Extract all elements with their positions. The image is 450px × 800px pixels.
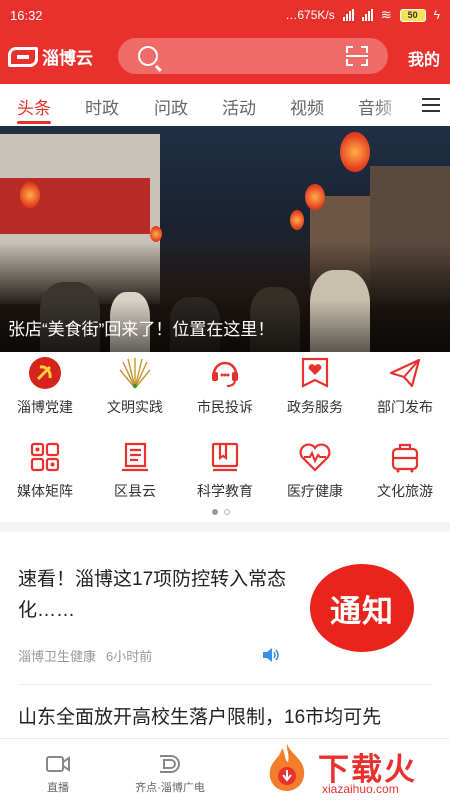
paper-plane-icon — [388, 356, 422, 390]
search-icon[interactable] — [138, 46, 158, 66]
charging-icon: ϟ — [433, 8, 440, 22]
banner-caption-overlay: 张店“美食街”回来了！位置在这里！ — [0, 300, 450, 352]
grid-label: 市民投诉 — [197, 399, 253, 415]
status-icons: …675K/s ≋ 50 ϟ — [285, 7, 440, 23]
flame-logo-icon — [262, 742, 312, 792]
service-grid: 淄博党建 文明实践 市民投诉 政务服务 部门发布 媒体矩阵 区县云 科学教育 医… — [0, 352, 450, 512]
grid-item-science-education[interactable]: 科学教育 — [180, 440, 270, 501]
grid-label: 文化旅游 — [377, 483, 433, 499]
lantern-icon — [20, 182, 40, 208]
watermark: 下载火 xiazaihuo.com — [262, 740, 450, 800]
tab-video[interactable]: 视频 — [290, 94, 324, 119]
grid-label: 医疗健康 — [287, 483, 343, 499]
wifi-icon: ≋ — [380, 7, 392, 22]
lantern-icon — [305, 184, 325, 210]
speaker-icon[interactable] — [262, 648, 280, 662]
tab-headlines[interactable]: 头条 — [17, 94, 51, 119]
status-bar: 16:32 …675K/s ≋ 50 ϟ — [0, 0, 450, 30]
grid-item-government-services[interactable]: 政务服务 — [270, 356, 360, 417]
app-logo[interactable]: 淄博云 — [8, 44, 93, 69]
logo-text: 淄博云 — [42, 49, 93, 68]
grid-label: 淄博党建 — [17, 399, 73, 415]
scan-icon[interactable] — [346, 46, 368, 66]
header-bar: 淄博云 我的 — [0, 38, 450, 76]
tab-politics[interactable]: 时政 — [85, 94, 119, 119]
nav-label: 直播 — [47, 782, 69, 794]
battery-icon: 50 — [399, 8, 426, 22]
grid-item-district-cloud[interactable]: 区县云 — [90, 440, 180, 501]
lantern-icon — [290, 210, 304, 230]
news-meta: 淄博卫生健康 6小时前 — [18, 646, 152, 665]
grid-label: 部门发布 — [377, 399, 433, 415]
active-tab-indicator — [17, 121, 51, 124]
broadcast-logo-icon — [157, 753, 183, 775]
status-time: 16:32 — [10, 7, 43, 23]
grid-item-civilization[interactable]: 文明实践 — [90, 356, 180, 417]
page-dot-active — [212, 509, 218, 515]
book-stack-icon — [118, 440, 152, 474]
watermark-url: xiazaihuo.com — [322, 782, 399, 796]
peacock-fan-icon — [118, 356, 152, 390]
headset-chat-icon — [208, 356, 242, 390]
heart-badge-icon — [298, 356, 332, 390]
mine-button[interactable]: 我的 — [408, 46, 440, 70]
channel-tabs: 头条 时政 问政 活动 视频 音频 — [0, 84, 450, 126]
search-bar[interactable] — [118, 38, 388, 74]
lantern-icon — [150, 226, 162, 242]
suitcase-icon — [388, 440, 422, 474]
nav-label: 齐点·淄博广电 — [135, 782, 205, 794]
tab-events[interactable]: 活动 — [222, 94, 256, 119]
tab-inquiry[interactable]: 问政 — [154, 94, 188, 119]
grid-label: 区县云 — [114, 483, 156, 499]
grid-item-department-releases[interactable]: 部门发布 — [360, 356, 450, 417]
grid-page-indicator — [212, 509, 230, 515]
news-title[interactable]: 速看！淄博这17项防控转入常态化…… — [18, 564, 288, 626]
menu-icon[interactable] — [422, 98, 440, 112]
page-dot[interactable] — [224, 509, 230, 515]
news-divider — [18, 684, 432, 685]
lantern-icon — [340, 132, 370, 172]
news-thumbnail[interactable]: 通知 — [292, 560, 432, 654]
tabs-fade — [374, 84, 414, 126]
signal-icon — [342, 9, 354, 21]
grid-item-media-matrix[interactable]: 媒体矩阵 — [0, 440, 90, 501]
grid-item-party-building[interactable]: 淄博党建 — [0, 356, 90, 417]
banner-carousel[interactable]: 张店“美食街”回来了！位置在这里！ — [0, 126, 450, 352]
news-source: 淄博卫生健康 — [18, 649, 97, 664]
news-time: 6小时前 — [106, 649, 153, 664]
signal2-icon — [361, 9, 373, 21]
grid-item-medical-health[interactable]: 医疗健康 — [270, 440, 360, 501]
news-title[interactable]: 山东全面放开高校生落户限制，16市均可先 — [18, 702, 381, 729]
grid-label: 科学教育 — [197, 483, 253, 499]
news-item[interactable]: 速看！淄博这17项防控转入常态化…… 淄博卫生健康 6小时前 通知 — [0, 532, 450, 682]
logo-mark-icon — [8, 46, 38, 67]
network-speed: …675K/s — [285, 8, 335, 22]
grid-label: 文明实践 — [107, 399, 163, 415]
matrix-grid-icon — [28, 440, 62, 474]
grid-label: 政务服务 — [287, 399, 343, 415]
section-divider — [0, 522, 450, 532]
video-camera-icon — [45, 753, 71, 775]
app-header: 16:32 …675K/s ≋ 50 ϟ 淄博云 我的 — [0, 0, 450, 84]
grid-item-culture-tourism[interactable]: 文化旅游 — [360, 440, 450, 501]
heart-pulse-icon — [298, 440, 332, 474]
open-book-icon — [208, 440, 242, 474]
party-emblem-icon — [28, 356, 62, 390]
nav-live[interactable]: 直播 — [38, 753, 78, 795]
banner-caption: 张店“美食街”回来了！位置在这里！ — [8, 320, 275, 339]
nav-qidian[interactable]: 齐点·淄博广电 — [130, 753, 210, 795]
grid-label: 媒体矩阵 — [17, 483, 73, 499]
thumbnail-text: 通知 — [330, 594, 394, 629]
grid-item-complaints[interactable]: 市民投诉 — [180, 356, 270, 417]
